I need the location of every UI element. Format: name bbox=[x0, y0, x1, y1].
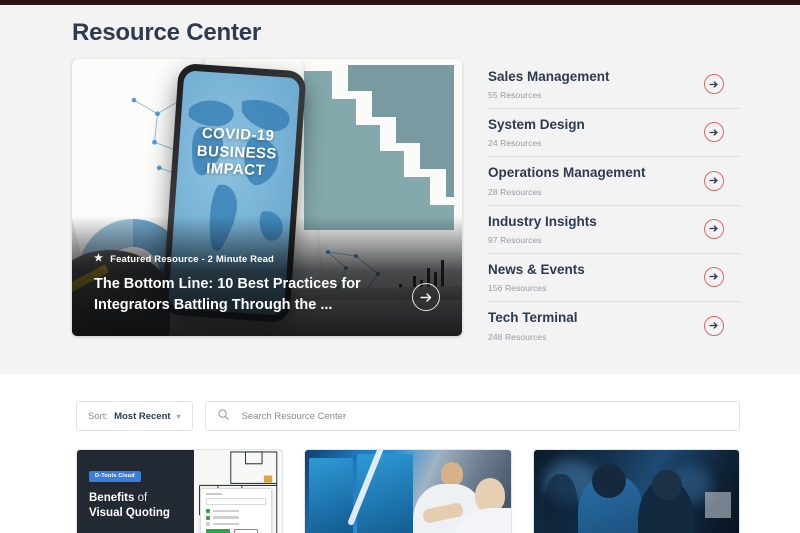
resource-card[interactable] bbox=[304, 449, 512, 533]
category-arrow-button[interactable] bbox=[704, 315, 724, 336]
category-arrow-button[interactable] bbox=[704, 266, 724, 287]
category-arrow-button[interactable] bbox=[704, 74, 724, 95]
resource-thumb-title-rest: of bbox=[134, 492, 148, 504]
arrow-right-icon bbox=[709, 225, 718, 232]
decor-figure-head bbox=[651, 470, 682, 500]
popover-buttons bbox=[206, 529, 266, 533]
category-list: Sales Management 55 Resources System Des… bbox=[488, 59, 740, 350]
category-name: Operations Management bbox=[488, 165, 646, 181]
category-name: Industry Insights bbox=[488, 213, 597, 229]
status-dot bbox=[206, 522, 211, 526]
resource-thumb-text: D-Tools Cloud Benefits of Visual Quoting bbox=[77, 450, 194, 533]
category-count: 248 Resources bbox=[488, 331, 547, 342]
category-arrow-button[interactable] bbox=[704, 170, 724, 191]
decor-person-head bbox=[441, 462, 464, 486]
search-input[interactable] bbox=[241, 410, 727, 422]
popover-option bbox=[206, 515, 266, 520]
floorplan-popover bbox=[200, 488, 273, 533]
arrow-right-icon bbox=[709, 129, 718, 136]
resource-thumbnail bbox=[305, 450, 511, 533]
category-name: Sales Management bbox=[488, 69, 610, 84]
decor-person-head bbox=[475, 478, 506, 512]
decor-figure bbox=[543, 474, 578, 533]
page-title: Resource Center bbox=[72, 19, 262, 46]
category-text: News & Events 156 Resources bbox=[488, 261, 585, 293]
sort-label: Sort: bbox=[88, 410, 109, 422]
category-arrow-button[interactable] bbox=[704, 122, 724, 143]
category-count: 55 Resources bbox=[488, 90, 542, 101]
popover-select bbox=[206, 498, 267, 505]
featured-overlay-content: ★ Featured Resource - 2 Minute Read The … bbox=[72, 254, 462, 336]
category-row-sales-management[interactable]: Sales Management 55 Resources bbox=[488, 61, 740, 110]
sort-value: Most Recent bbox=[114, 410, 171, 422]
popover-option bbox=[206, 522, 266, 526]
resource-thumb-title-bold: Benefits bbox=[89, 492, 135, 504]
search-icon bbox=[218, 407, 229, 425]
search-box[interactable] bbox=[204, 401, 740, 431]
status-dot bbox=[206, 515, 211, 520]
star-icon: ★ bbox=[94, 253, 104, 265]
arrow-right-icon bbox=[709, 177, 718, 184]
arrow-right-icon bbox=[709, 273, 718, 281]
filter-bar: Sort: Most Recent ▾ bbox=[0, 374, 800, 431]
category-row-operations-management[interactable]: Operations Management 28 Resources bbox=[488, 157, 740, 206]
featured-arrow-button[interactable] bbox=[412, 283, 440, 311]
category-row-tech-terminal[interactable]: Tech Terminal 248 Resources bbox=[488, 302, 740, 350]
popover-cancel-button[interactable] bbox=[234, 529, 259, 533]
decor-floorplan bbox=[194, 450, 283, 533]
popover-confirm-button[interactable] bbox=[206, 529, 231, 533]
featured-resource-card[interactable]: COVID-19 BUSINESS IMPACT ★ Featured Reso… bbox=[72, 59, 462, 336]
category-text: System Design 24 Resources bbox=[488, 116, 585, 148]
featured-kicker: ★ Featured Resource - 2 Minute Read bbox=[94, 254, 444, 265]
resource-card-grid: D-Tools Cloud Benefits of Visual Quoting bbox=[0, 431, 800, 533]
decor-zigzag-chart bbox=[304, 65, 454, 230]
results-section: Sort: Most Recent ▾ D-Tools Cloud Benefi… bbox=[0, 374, 800, 533]
resource-thumb-title-line2: Visual Quoting bbox=[89, 506, 170, 519]
resource-thumbnail: D-Tools Cloud Benefits of Visual Quoting bbox=[77, 450, 283, 533]
category-count: 156 Resources bbox=[488, 283, 547, 294]
category-text: Tech Terminal 248 Resources bbox=[488, 309, 578, 341]
arrow-right-icon bbox=[420, 292, 431, 302]
category-arrow-button[interactable] bbox=[704, 218, 724, 239]
arrow-right-icon bbox=[709, 80, 718, 88]
featured-title: The Bottom Line: 10 Best Practices for I… bbox=[94, 275, 361, 313]
phone-headline: COVID-19 BUSINESS IMPACT bbox=[177, 124, 297, 181]
resource-thumb-title: Benefits of Visual Quoting bbox=[89, 491, 194, 520]
popover-bar bbox=[213, 522, 240, 526]
status-dot bbox=[206, 509, 211, 513]
category-row-industry-insights[interactable]: Industry Insights 97 Resources bbox=[488, 206, 740, 254]
category-name: Tech Terminal bbox=[488, 310, 578, 326]
decor-figure-head bbox=[591, 464, 626, 498]
hero-wrap: COVID-19 BUSINESS IMPACT ★ Featured Reso… bbox=[0, 59, 800, 350]
category-row-system-design[interactable]: System Design 24 Resources bbox=[488, 109, 740, 158]
resource-card[interactable] bbox=[532, 449, 740, 533]
category-count: 28 Resources bbox=[488, 186, 542, 197]
category-text: Sales Management 55 Resources bbox=[488, 68, 610, 100]
resource-card[interactable]: D-Tools Cloud Benefits of Visual Quoting bbox=[76, 449, 284, 533]
sort-dropdown[interactable]: Sort: Most Recent ▾ bbox=[76, 401, 193, 431]
popover-option bbox=[206, 509, 266, 513]
popover-label bbox=[206, 493, 223, 495]
category-count: 97 Resources bbox=[488, 234, 542, 245]
category-text: Industry Insights 97 Resources bbox=[488, 213, 597, 245]
popover-bar bbox=[213, 516, 240, 519]
resource-thumbnail bbox=[533, 450, 739, 533]
category-text: Operations Management 28 Resources bbox=[488, 164, 646, 196]
category-name: System Design bbox=[488, 117, 585, 133]
decor-panel bbox=[704, 492, 731, 518]
category-row-news-events[interactable]: News & Events 156 Resources bbox=[488, 254, 740, 303]
category-count: 24 Resources bbox=[488, 138, 542, 149]
popover-bar bbox=[213, 509, 240, 513]
chevron-down-icon: ▾ bbox=[176, 411, 181, 421]
featured-kicker-text: Featured Resource - 2 Minute Read bbox=[110, 253, 274, 265]
resource-badge: D-Tools Cloud bbox=[89, 470, 141, 482]
hero-section: Resource Center COVID-19 BUSINESS IMPACT… bbox=[0, 5, 800, 374]
category-name: News & Events bbox=[488, 261, 585, 277]
arrow-right-icon bbox=[709, 322, 718, 329]
